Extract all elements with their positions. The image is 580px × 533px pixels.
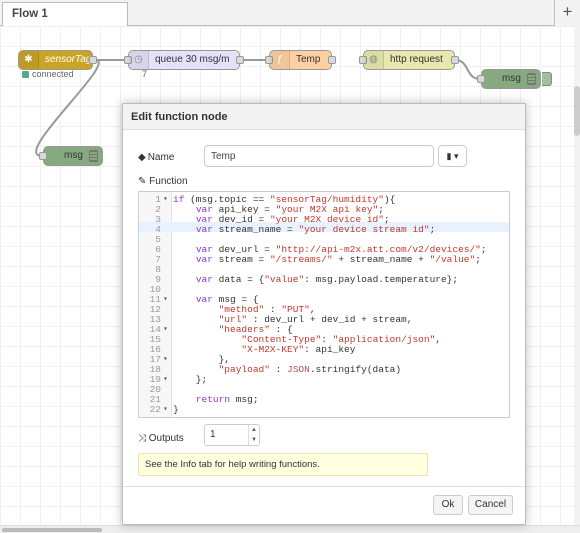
output-port[interactable] xyxy=(89,56,97,64)
input-port[interactable] xyxy=(39,152,47,160)
help-tip: See the Info tab for help writing functi… xyxy=(138,453,428,476)
scroll-thumb[interactable] xyxy=(2,528,102,532)
fold-toggle-icon[interactable]: ▾ xyxy=(163,405,168,415)
status-dot-icon xyxy=(22,71,29,78)
increment-icon[interactable]: ▲ xyxy=(249,425,259,435)
code-text: "payload" : JSON.stringify(data) xyxy=(218,364,402,375)
node-label: http request xyxy=(390,54,443,65)
output-port[interactable] xyxy=(236,56,244,64)
caret-down-icon: ▾ xyxy=(453,151,459,161)
output-port[interactable] xyxy=(328,56,336,64)
code-text: return msg; xyxy=(195,394,259,405)
node-queue[interactable]: ◷ queue 30 msg/m xyxy=(124,50,244,70)
dialog-title: Edit function node xyxy=(123,104,525,130)
ok-button[interactable]: Ok xyxy=(433,495,463,515)
add-tab-button[interactable]: + xyxy=(554,0,580,26)
line-number: 22 xyxy=(149,404,161,415)
tab-flow-1[interactable]: Flow 1 xyxy=(2,2,128,27)
node-debug-msg-2[interactable]: msg xyxy=(39,146,103,166)
code-text: var data = {"value": msg.payload.tempera… xyxy=(195,274,459,285)
code-editor[interactable]: 1 ▾ if (msg.topic == "sensorTag/humidity")… xyxy=(138,191,510,418)
timer-icon: ◷ xyxy=(129,51,149,69)
list-icon xyxy=(527,73,536,85)
fold-toggle-icon[interactable]: ▾ xyxy=(163,195,168,205)
name-input[interactable] xyxy=(204,145,434,167)
node-status: connected xyxy=(22,69,74,79)
globe-icon: ◍ xyxy=(364,51,384,69)
code-text: var stream_name = "your device stream id… xyxy=(195,224,436,235)
code-text: var stream = "/streams/" + stream_name +… xyxy=(195,254,481,265)
fold-toggle-icon[interactable]: ▾ xyxy=(163,375,168,385)
wrench-icon: ✎ xyxy=(138,176,147,187)
name-label: ◆ Name xyxy=(138,152,175,163)
tab-bar: Flow 1 + xyxy=(0,0,580,27)
node-debug-msg[interactable]: msg xyxy=(477,69,552,89)
node-label: queue 30 msg/m xyxy=(155,54,230,65)
tag-icon: ◆ xyxy=(138,152,146,163)
debug-toggle-button[interactable] xyxy=(542,72,552,86)
bluetooth-icon: ✱ xyxy=(19,51,39,69)
list-icon xyxy=(89,150,98,162)
outputs-stepper[interactable]: 1 ▲ ▼ xyxy=(204,424,260,446)
node-sensortag[interactable]: ✱ sensorTag xyxy=(18,50,97,70)
outputs-value: 1 xyxy=(210,429,216,440)
scroll-thumb[interactable] xyxy=(574,86,580,136)
outputs-label: ⤨ Outputs xyxy=(138,433,184,444)
code-text: }; xyxy=(173,374,208,385)
stepper-buttons[interactable]: ▲ ▼ xyxy=(248,425,259,445)
node-label: msg xyxy=(502,73,521,84)
book-icon: ▮ xyxy=(446,151,452,161)
edit-function-dialog: Edit function node ◆Name ▮ ▾ ✎ Function … xyxy=(122,103,526,525)
function-label: ✎ Function xyxy=(138,176,188,187)
fold-toggle-icon[interactable]: ▾ xyxy=(163,355,168,365)
cancel-button[interactable]: Cancel xyxy=(468,495,513,515)
code-text: } xyxy=(173,404,179,415)
dialog-footer: Ok Cancel xyxy=(123,486,525,524)
node-label: sensorTag xyxy=(45,54,92,65)
shuffle-icon: ⤨ xyxy=(138,433,146,444)
output-port[interactable] xyxy=(451,56,459,64)
input-port[interactable] xyxy=(477,75,485,83)
fold-toggle-icon[interactable]: ▾ xyxy=(163,295,168,305)
node-label: msg xyxy=(64,150,83,161)
node-label: Temp xyxy=(296,54,321,65)
icon-select-button[interactable]: ▮ ▾ xyxy=(438,145,467,167)
node-http-request[interactable]: ◍ http request xyxy=(359,50,459,70)
fold-toggle-icon[interactable]: ▾ xyxy=(163,325,168,335)
node-temp[interactable]: ƒ Temp xyxy=(265,50,336,70)
horizontal-scrollbar[interactable] xyxy=(0,525,580,533)
decrement-icon[interactable]: ▼ xyxy=(249,435,259,445)
vertical-scrollbar[interactable] xyxy=(574,26,580,525)
queue-count: 7 xyxy=(142,69,148,79)
function-icon: ƒ xyxy=(270,51,290,69)
